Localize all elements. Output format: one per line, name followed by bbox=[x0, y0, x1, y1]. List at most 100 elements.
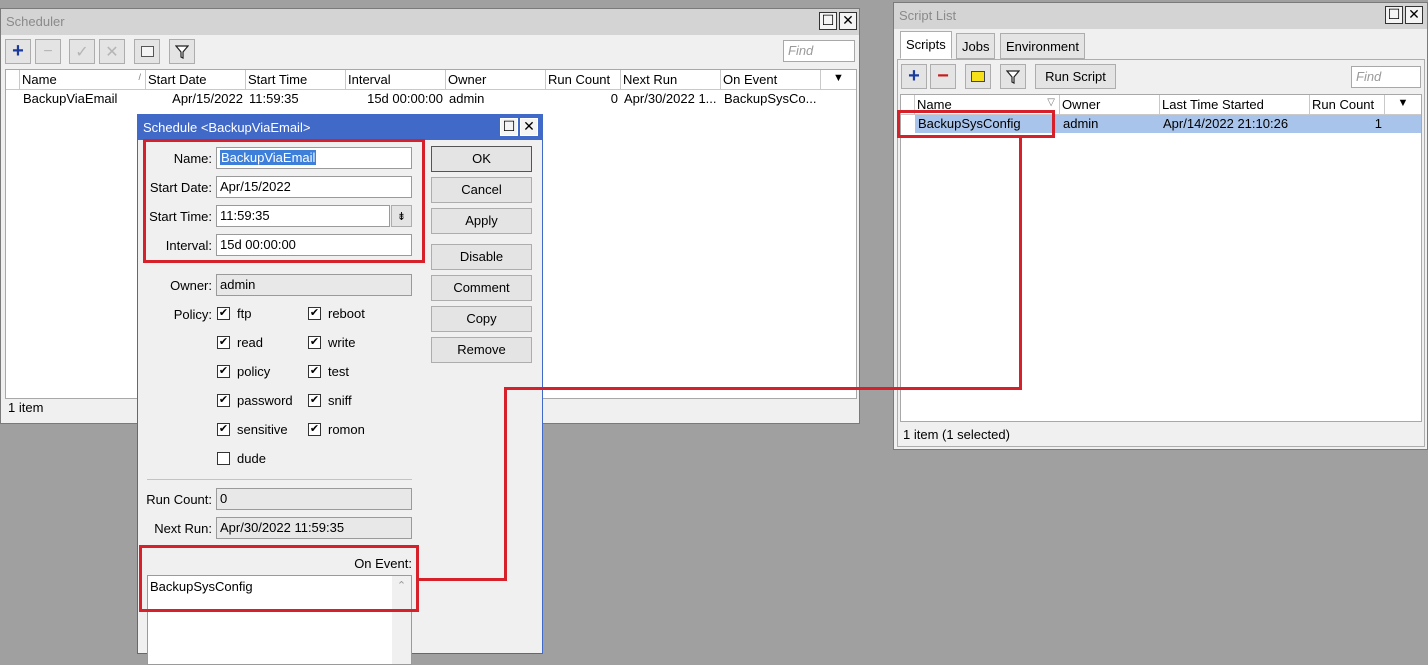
divider bbox=[147, 479, 412, 480]
status-bar: 1 item (1 selected) bbox=[903, 427, 1010, 442]
maximize-icon[interactable]: ☐ bbox=[500, 118, 518, 136]
close-icon[interactable]: ✕ bbox=[839, 12, 857, 30]
run-count-label: Run Count: bbox=[146, 492, 212, 507]
highlight-box-schedule-fields bbox=[143, 139, 425, 263]
policy-reboot-checkbox[interactable]: ✔ reboot bbox=[308, 306, 365, 321]
apply-button[interactable]: Apply bbox=[431, 208, 532, 234]
checkbox-icon: ✔ bbox=[217, 423, 230, 436]
disable-button[interactable]: Disable bbox=[431, 244, 532, 270]
scheduler-titlebar[interactable]: Scheduler ☐ ✕ bbox=[1, 9, 859, 35]
column-header-name[interactable]: Name / bbox=[20, 70, 146, 90]
remove-button[interactable]: − bbox=[930, 64, 956, 89]
policy-romon-checkbox[interactable]: ✔ romon bbox=[308, 422, 365, 437]
maximize-icon[interactable]: ☐ bbox=[819, 12, 837, 30]
scripts-table: Name ▽ Owner Last Time Started Run Count … bbox=[900, 94, 1422, 422]
scheduler-title: Scheduler bbox=[6, 14, 65, 29]
tab-jobs[interactable]: Jobs bbox=[956, 33, 996, 59]
comment-button[interactable]: Comment bbox=[431, 275, 532, 301]
policy-password-checkbox[interactable]: ✔ password bbox=[217, 393, 293, 408]
column-header-interval[interactable]: Interval bbox=[346, 70, 446, 90]
column-header-run-count[interactable]: Run Count bbox=[546, 70, 621, 90]
search-input[interactable]: Find bbox=[783, 40, 855, 62]
column-menu-button[interactable]: ▼ bbox=[1385, 95, 1421, 115]
tab-scripts[interactable]: Scripts bbox=[900, 31, 952, 59]
column-header-next-run[interactable]: Next Run bbox=[621, 70, 721, 90]
maximize-icon[interactable]: ☐ bbox=[1385, 6, 1403, 24]
column-header-marker bbox=[6, 70, 20, 90]
policy-ftp-checkbox[interactable]: ✔ ftp bbox=[217, 306, 251, 321]
column-header-owner[interactable]: Owner bbox=[1060, 95, 1160, 115]
remove-button[interactable]: Remove bbox=[431, 337, 532, 363]
cell-owner: admin bbox=[1063, 116, 1099, 131]
checkbox-icon: ✔ bbox=[308, 307, 321, 320]
note-icon bbox=[140, 46, 154, 57]
add-button[interactable]: + bbox=[5, 39, 31, 64]
filter-icon bbox=[1006, 69, 1020, 84]
policy-label: Policy: bbox=[173, 307, 212, 322]
checkbox-icon: ✔ bbox=[308, 365, 321, 378]
script-list-titlebar[interactable]: Script List ☐ ✕ bbox=[894, 3, 1427, 29]
connector-line bbox=[504, 387, 1022, 390]
dialog-titlebar[interactable]: Schedule <BackupViaEmail> ☐ ✕ bbox=[138, 115, 542, 140]
script-list-title: Script List bbox=[899, 8, 957, 23]
checkbox-icon bbox=[217, 452, 230, 465]
policy-sniff-checkbox[interactable]: ✔ sniff bbox=[308, 393, 352, 408]
column-header-last-started[interactable]: Last Time Started bbox=[1160, 95, 1310, 115]
checkbox-icon: ✔ bbox=[308, 394, 321, 407]
ok-button[interactable]: OK bbox=[431, 146, 532, 172]
cell-name: BackupViaEmail bbox=[23, 91, 118, 106]
policy-dude-checkbox[interactable]: dude bbox=[217, 451, 266, 466]
cell-next-run: Apr/30/2022 1... bbox=[624, 91, 717, 106]
column-menu-button[interactable]: ▼ bbox=[821, 70, 856, 90]
checkbox-icon: ✔ bbox=[217, 307, 230, 320]
cell-interval: 15d 00:00:00 bbox=[367, 91, 443, 106]
cell-start-time: 11:59:35 bbox=[249, 91, 299, 106]
policy-read-checkbox[interactable]: ✔ read bbox=[217, 335, 263, 350]
checkbox-icon: ✔ bbox=[217, 365, 230, 378]
script-list-window: Script List ☐ ✕ Scripts Jobs Environment… bbox=[893, 2, 1428, 450]
column-header-on-event[interactable]: On Event bbox=[721, 70, 821, 90]
table-row[interactable]: BackupViaEmail Apr/15/2022 11:59:35 15d … bbox=[6, 90, 856, 108]
column-header-start-date[interactable]: Start Date bbox=[146, 70, 246, 90]
search-input[interactable]: Find bbox=[1351, 66, 1421, 88]
cell-on-event: BackupSysCo... bbox=[724, 91, 817, 106]
disable-button[interactable]: ✕ bbox=[99, 39, 125, 64]
filter-icon bbox=[175, 44, 189, 59]
note-icon bbox=[971, 71, 985, 82]
policy-write-checkbox[interactable]: ✔ write bbox=[308, 335, 355, 350]
status-bar: 1 item bbox=[8, 400, 44, 415]
next-run-label: Next Run: bbox=[154, 521, 212, 536]
remove-button[interactable]: − bbox=[35, 39, 61, 64]
add-button[interactable]: + bbox=[901, 64, 927, 89]
close-icon[interactable]: ✕ bbox=[1405, 6, 1423, 24]
column-header-owner[interactable]: Owner bbox=[446, 70, 546, 90]
close-icon[interactable]: ✕ bbox=[520, 118, 538, 136]
checkbox-icon: ✔ bbox=[308, 336, 321, 349]
filter-button[interactable] bbox=[1000, 64, 1026, 89]
checkbox-icon: ✔ bbox=[217, 394, 230, 407]
connector-line bbox=[504, 389, 507, 581]
cell-run-count: 0 bbox=[610, 91, 618, 106]
column-header-start-time[interactable]: Start Time bbox=[246, 70, 346, 90]
cell-start-date: Apr/15/2022 bbox=[172, 91, 243, 106]
policy-sensitive-checkbox[interactable]: ✔ sensitive bbox=[217, 422, 288, 437]
owner-label: Owner: bbox=[170, 278, 212, 293]
connector-line bbox=[418, 578, 507, 581]
comment-button[interactable] bbox=[965, 64, 991, 89]
checkbox-icon: ✔ bbox=[217, 336, 230, 349]
highlight-box-script-name bbox=[897, 110, 1055, 138]
policy-policy-checkbox[interactable]: ✔ policy bbox=[217, 364, 270, 379]
enable-button[interactable]: ✓ bbox=[69, 39, 95, 64]
column-header-run-count[interactable]: Run Count bbox=[1310, 95, 1385, 115]
owner-field: admin bbox=[216, 274, 412, 296]
copy-button[interactable]: Copy bbox=[431, 306, 532, 332]
cell-owner: admin bbox=[449, 91, 485, 106]
tab-environment[interactable]: Environment bbox=[1000, 33, 1085, 59]
policy-test-checkbox[interactable]: ✔ test bbox=[308, 364, 349, 379]
run-count-field: 0 bbox=[216, 488, 412, 510]
filter-button[interactable] bbox=[169, 39, 195, 64]
cancel-button[interactable]: Cancel bbox=[431, 177, 532, 203]
run-script-button[interactable]: Run Script bbox=[1035, 64, 1116, 89]
comment-button[interactable] bbox=[134, 39, 160, 64]
highlight-box-on-event bbox=[139, 545, 419, 612]
